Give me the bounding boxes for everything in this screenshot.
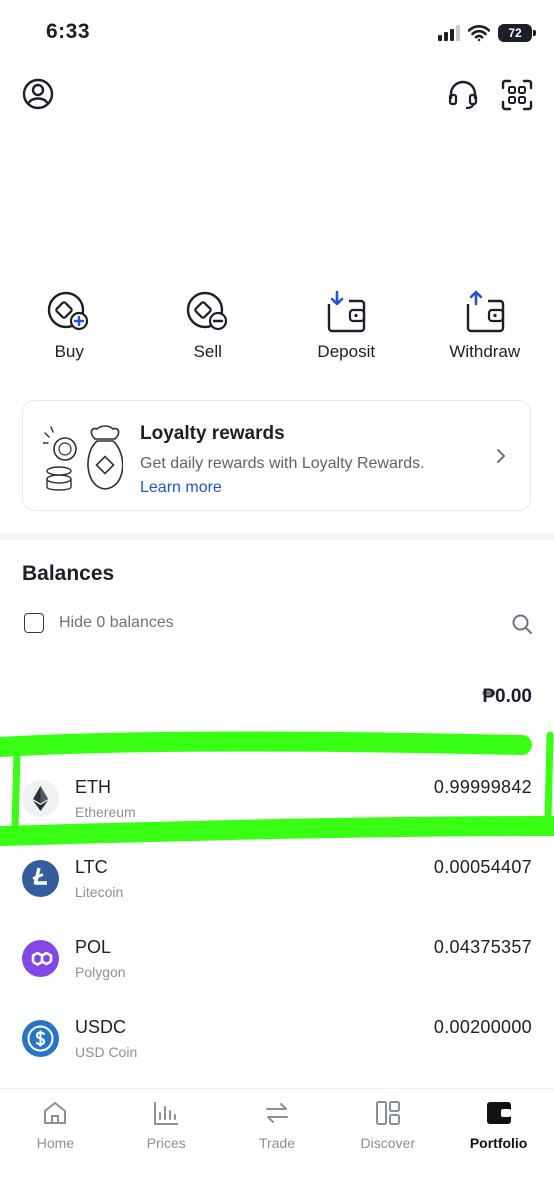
user-circle-icon[interactable] [21, 77, 55, 111]
sell-label: Sell [194, 342, 222, 362]
nav-home[interactable]: Home [0, 1089, 111, 1200]
asset-amount: 0.99999842 [434, 777, 532, 798]
usdc-coin-icon [22, 1020, 59, 1057]
qr-scan-icon[interactable] [500, 78, 534, 112]
nav-discover-label: Discover [361, 1135, 415, 1151]
withdraw-button[interactable]: Withdraw [416, 290, 554, 362]
buy-icon [46, 290, 92, 334]
balances-heading: Balances [22, 562, 114, 586]
wifi-icon [468, 25, 490, 41]
withdraw-icon [462, 290, 508, 334]
asset-name: Ethereum [75, 804, 136, 820]
asset-row-eth[interactable]: ETH Ethereum 0.99999842 [0, 780, 554, 860]
headset-icon[interactable] [446, 78, 480, 112]
deposit-label: Deposit [317, 342, 375, 362]
search-icon[interactable] [511, 613, 533, 635]
cellular-signal-icon [438, 25, 460, 41]
home-icon [41, 1099, 69, 1127]
nav-trade-label: Trade [259, 1135, 295, 1151]
grid-icon [374, 1099, 402, 1127]
deposit-button[interactable]: Deposit [277, 290, 416, 362]
loyalty-rewards-card[interactable]: Loyalty rewards Get daily rewards with L… [22, 400, 531, 511]
status-icons: 72 [438, 22, 532, 44]
nav-home-label: Home [37, 1135, 74, 1151]
buy-label: Buy [55, 342, 84, 362]
asset-name: Polygon [75, 964, 126, 980]
learn-more-link[interactable]: Learn more [140, 479, 222, 497]
battery-indicator: 72 [498, 24, 532, 42]
sell-button[interactable]: Sell [139, 290, 278, 362]
status-bar: 6:33 72 [0, 0, 554, 66]
asset-name: Litecoin [75, 884, 123, 900]
withdraw-label: Withdraw [449, 342, 520, 362]
loyalty-subtitle: Get daily rewards with Loyalty Rewards. [140, 455, 425, 473]
nav-portfolio[interactable]: Portfolio [443, 1089, 554, 1200]
nav-prices[interactable]: Prices [111, 1089, 222, 1200]
ltc-coin-icon [22, 860, 59, 897]
asset-symbol: POL [75, 937, 111, 958]
asset-symbol: LTC [75, 857, 108, 878]
nav-prices-label: Prices [147, 1135, 186, 1151]
asset-name: USD Coin [75, 1044, 137, 1060]
pol-coin-icon [22, 940, 59, 977]
deposit-icon [323, 290, 369, 334]
asset-amount: 0.04375357 [434, 937, 532, 958]
hide-zero-balances-label[interactable]: Hide 0 balances [59, 614, 174, 632]
buy-button[interactable]: Buy [0, 290, 139, 362]
bar-chart-icon [152, 1099, 180, 1127]
bottom-nav: Home Prices Trade Discover Portfolio [0, 1088, 554, 1200]
asset-amount: 0.00054407 [434, 857, 532, 878]
chevron-right-icon [494, 447, 508, 465]
total-balance: ₱0.00 [482, 686, 532, 708]
hide-zero-balances-checkbox[interactable] [24, 613, 44, 633]
swap-arrows-icon [263, 1099, 291, 1127]
asset-symbol: ETH [75, 777, 111, 798]
money-bag-icon [43, 423, 123, 493]
loyalty-title: Loyalty rewards [140, 423, 285, 445]
asset-symbol: USDC [75, 1017, 126, 1038]
sell-icon [185, 290, 231, 334]
eth-coin-icon [22, 780, 59, 817]
nav-discover[interactable]: Discover [332, 1089, 443, 1200]
nav-trade[interactable]: Trade [222, 1089, 333, 1200]
wallet-icon [485, 1099, 513, 1127]
status-time: 6:33 [46, 20, 90, 44]
quick-actions: Buy Sell Deposit Withdraw [0, 290, 554, 362]
section-divider [0, 534, 554, 540]
asset-row-ltc[interactable]: LTC Litecoin 0.00054407 [0, 860, 554, 940]
asset-amount: 0.00200000 [434, 1017, 532, 1038]
asset-row-pol[interactable]: POL Polygon 0.04375357 [0, 940, 554, 1020]
nav-portfolio-label: Portfolio [470, 1135, 528, 1151]
